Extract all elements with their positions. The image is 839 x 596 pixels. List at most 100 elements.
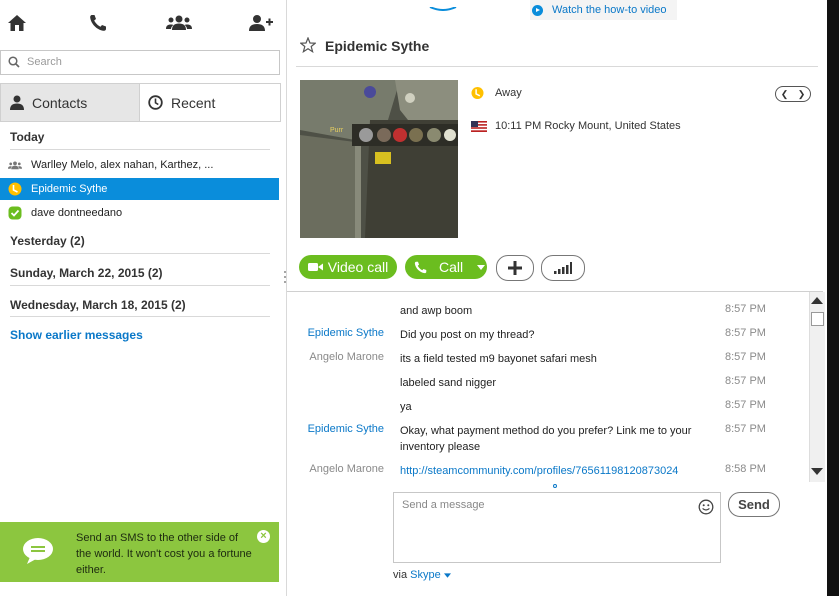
divider <box>10 253 270 254</box>
contact-avatar: Purr <box>300 80 458 238</box>
plus-icon <box>508 261 522 275</box>
add-button[interactable] <box>496 255 534 281</box>
divider <box>10 149 270 150</box>
home-icon[interactable] <box>3 10 31 36</box>
skype-window: Search Contacts Recent Today Warlley Mel… <box>0 0 827 596</box>
section-today: Today <box>10 130 45 144</box>
phone-icon <box>414 261 427 273</box>
call-label: Call <box>439 259 464 275</box>
message-text: Okay, what payment method do you prefer?… <box>400 425 692 453</box>
scroll-up-icon[interactable] <box>811 297 823 304</box>
recent-item-label: Epidemic Sythe <box>31 183 108 195</box>
scrollbar[interactable] <box>809 292 825 482</box>
resize-handle[interactable] <box>555 285 567 295</box>
status-text: Away <box>495 87 522 99</box>
contact-status: Away <box>471 86 522 100</box>
recent-item-dave[interactable]: dave dontneedano <box>0 202 279 224</box>
message-timestamp: 8:57 PM <box>725 423 766 435</box>
divider <box>10 285 270 286</box>
online-status-icon <box>8 206 22 220</box>
tabs: Contacts Recent <box>0 83 281 122</box>
via-service[interactable]: via Skype <box>393 569 451 581</box>
emoticon-icon[interactable] <box>698 499 714 515</box>
chevron-right-icon[interactable]: ❯ <box>798 89 806 100</box>
message-input[interactable]: Send a message <box>402 499 485 511</box>
away-status-icon <box>8 182 22 196</box>
play-icon <box>532 4 543 16</box>
howto-video-link[interactable]: Watch the how-to video <box>530 0 677 20</box>
call-button[interactable]: Call <box>405 255 487 279</box>
left-pane: Search Contacts Recent Today Warlley Mel… <box>0 0 287 596</box>
recent-item-epidemic-sythe[interactable]: Epidemic Sythe <box>0 178 279 200</box>
message-text: its a field tested m9 bayonet safari mes… <box>400 353 597 365</box>
scroll-down-icon[interactable] <box>811 468 823 475</box>
pane-splitter[interactable] <box>283 270 287 284</box>
recent-item-label: dave dontneedano <box>31 207 123 219</box>
svg-text:Purr: Purr <box>330 127 344 134</box>
howto-label: Watch the how-to video <box>552 4 667 16</box>
person-icon <box>10 95 24 110</box>
message-sender[interactable]: Epidemic Sythe <box>284 423 384 435</box>
search-box[interactable]: Search <box>0 50 280 75</box>
message-sender[interactable]: Angelo Marone <box>284 463 384 475</box>
group-icon[interactable] <box>165 10 193 36</box>
group-icon <box>8 158 22 172</box>
message-timestamp: 8:57 PM <box>725 399 766 411</box>
scroll-thumb[interactable] <box>811 312 824 326</box>
section-march-18[interactable]: Wednesday, March 18, 2015 (2) <box>10 298 186 312</box>
location-text: 10:11 PM Rocky Mount, United States <box>495 120 681 132</box>
message-timestamp: 8:58 PM <box>725 463 766 475</box>
tab-contacts-label: Contacts <box>32 94 88 111</box>
sms-promo-banner[interactable]: Send an SMS to the other side of the wor… <box>0 522 279 582</box>
recent-item-label: Warlley Melo, alex nahan, Karthez, ... <box>31 159 214 171</box>
search-icon <box>8 56 20 68</box>
message-text: ya <box>400 401 412 413</box>
divider <box>296 66 818 67</box>
chevron-down-icon[interactable] <box>477 264 486 270</box>
close-icon[interactable]: × <box>257 530 270 543</box>
tab-contacts[interactable]: Contacts <box>1 84 140 121</box>
video-call-button[interactable]: Video call <box>299 255 397 279</box>
message-sender[interactable]: Angelo Marone <box>284 351 384 363</box>
clock-icon <box>148 95 163 110</box>
section-yesterday[interactable]: Yesterday (2) <box>10 234 85 248</box>
message-text: and awp boom <box>400 305 473 317</box>
message-timestamp: 8:57 PM <box>725 375 766 387</box>
window-border <box>827 0 839 596</box>
typing-indicator <box>553 484 557 488</box>
profile-nav-arrows[interactable]: ❮ ❯ <box>775 86 811 102</box>
chevron-left-icon[interactable]: ❮ <box>781 89 789 100</box>
contact-location: 10:11 PM Rocky Mount, United States <box>471 120 681 132</box>
sms-promo-text: Send an SMS to the other side of the wor… <box>76 532 252 576</box>
message-text: Did you post on my thread? <box>400 329 535 341</box>
skype-logo-fragment <box>428 0 458 11</box>
section-march-22[interactable]: Sunday, March 22, 2015 (2) <box>10 266 163 280</box>
via-prefix: via <box>393 569 408 581</box>
search-input[interactable]: Search <box>27 56 62 68</box>
star-icon[interactable] <box>300 37 316 53</box>
add-contact-icon[interactable] <box>247 10 275 36</box>
tab-recent[interactable]: Recent <box>140 84 280 121</box>
message-timestamp: 8:57 PM <box>725 351 766 363</box>
show-earlier-link[interactable]: Show earlier messages <box>10 328 143 342</box>
message-link[interactable]: http://steamcommunity.com/profiles/76561… <box>400 463 710 479</box>
message-timestamp: 8:57 PM <box>725 303 766 315</box>
top-nav <box>0 0 286 46</box>
message-sender[interactable]: Epidemic Sythe <box>284 327 384 339</box>
video-camera-icon <box>307 263 323 271</box>
away-status-icon <box>471 86 484 100</box>
phone-icon[interactable] <box>84 10 112 36</box>
call-quality-button[interactable] <box>541 255 585 281</box>
signal-bars-icon <box>554 262 572 274</box>
message-compose[interactable]: Send a message <box>393 492 721 563</box>
via-service-name[interactable]: Skype <box>410 569 441 581</box>
recent-item-group[interactable]: Warlley Melo, alex nahan, Karthez, ... <box>0 154 279 176</box>
tab-recent-label: Recent <box>171 94 216 111</box>
send-button[interactable]: Send <box>728 492 780 517</box>
message-text: labeled sand nigger <box>400 377 497 389</box>
divider <box>10 316 270 317</box>
chat-bubble-icon <box>23 538 53 564</box>
video-call-label: Video call <box>327 259 389 275</box>
chevron-down-icon[interactable] <box>443 573 451 578</box>
message-timestamp: 8:57 PM <box>725 327 766 339</box>
